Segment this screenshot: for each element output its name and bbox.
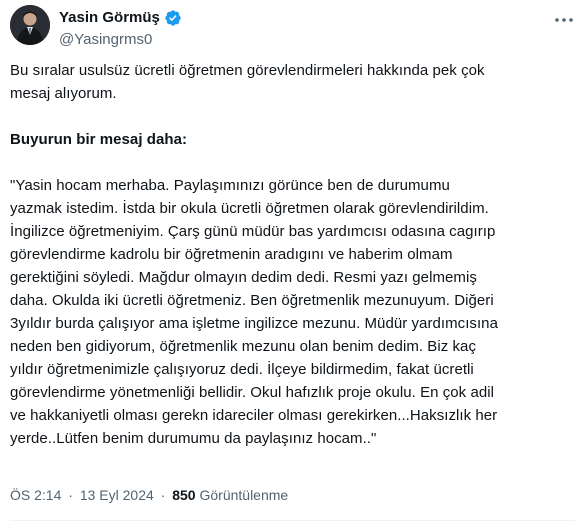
views-label[interactable]: Görüntülenme [199,487,288,503]
author-block: Yasin Görmüş @Yasingrms0 [59,8,182,49]
intro-line: mesaj alıyorum. [10,85,117,102]
more-options-icon[interactable] [553,12,575,28]
author-name-row[interactable]: Yasin Görmüş [59,8,182,27]
quote-line: görevlendirme yönetmenliği bellidir. Oku… [10,384,494,401]
meta-separator: · [160,487,166,503]
quote-line: görevlendirme kadrolu bir öğretmenin ara… [10,246,453,263]
quote-line: 3yıldır burda çalışıyor ama işletme ingi… [10,315,498,332]
quote-line: ve hakkaniyetli olması gerekn idareciler… [10,407,498,424]
tweet-date[interactable]: 13 Eyl 2024 [80,487,154,503]
quote-line: yazmak istedim. İstda bir okula ücretli … [10,200,489,217]
quote-line: neden ben gidiyorum, öğretmenlik mezunu … [10,338,477,355]
tweet-meta: ÖS 2:14 · 13 Eyl 2024 · 850 Görüntülenme [10,486,288,505]
author-display-name[interactable]: Yasin Görmüş [59,8,160,27]
quote-line: yıldır öğretmenimizle çalışıyoruz dedi. … [10,361,474,378]
tweet-time[interactable]: ÖS 2:14 [10,487,61,503]
author-handle[interactable]: @Yasingrms0 [59,30,182,49]
quote-line: yerde..Lütfen benim durumumu da paylaşın… [10,430,377,447]
views-count[interactable]: 850 [172,487,195,503]
quote-line: gerektiğini söyledi. Mağdur olmayın dedi… [10,269,477,286]
tweet-card: Yasin Görmüş @Yasingrms0 Bu sıralar usul… [0,0,585,529]
verified-badge-icon [164,9,182,27]
message-heading: Buyurun bir mesaj daha: [10,131,188,148]
divider [10,520,575,521]
avatar-image [10,5,50,45]
avatar[interactable] [10,5,50,45]
meta-separator: · [68,487,73,503]
quote-line: İngilizce öğretmeniyim. Çarş günü müdür … [10,223,496,240]
quote-line: "Yasin hocam merhaba. Paylaşımınızı görü… [10,177,450,194]
quote-line: daha. Okulda iki ücretli öğretmeniz. Ben… [10,292,494,309]
tweet-body: Bu sıralar usulsüz ücretli öğretmen göre… [10,59,575,450]
intro-line: Bu sıralar usulsüz ücretli öğretmen göre… [10,62,485,79]
